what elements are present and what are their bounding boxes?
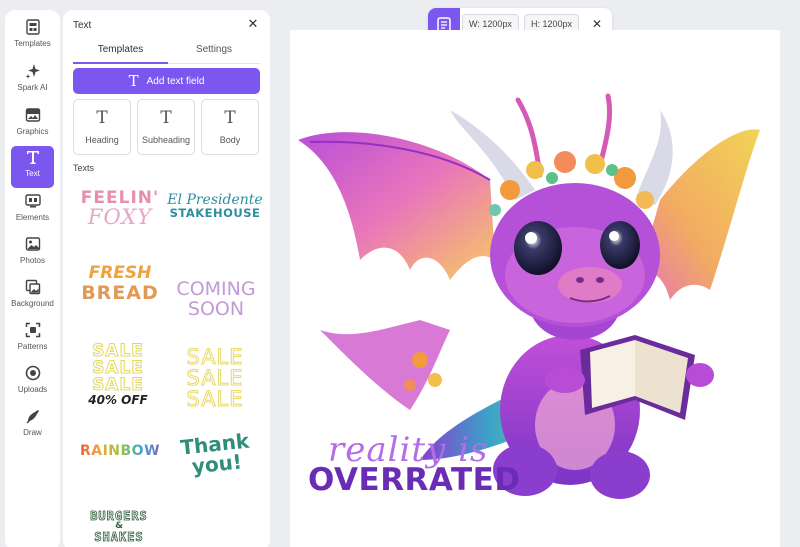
style-body-card[interactable]: T Body bbox=[201, 99, 259, 155]
rail-label: Elements bbox=[15, 213, 50, 222]
template-text: SOON bbox=[187, 298, 245, 320]
close-icon[interactable]: ✕ bbox=[246, 17, 260, 31]
template-sale-outline[interactable]: SALE SALE SALE bbox=[169, 345, 261, 411]
rail-label: Patterns bbox=[17, 342, 48, 351]
template-text: COMING bbox=[176, 278, 256, 300]
rail-photos[interactable]: Photos bbox=[11, 233, 54, 273]
style-subheading-card[interactable]: T Subheading bbox=[137, 99, 195, 155]
template-text: SHAKES bbox=[94, 530, 144, 544]
slogan-line-2[interactable]: OVERRATED bbox=[308, 462, 521, 498]
draw-icon bbox=[26, 410, 39, 424]
heading-t-icon: T bbox=[96, 108, 108, 128]
rail-label: Text bbox=[25, 169, 40, 178]
template-feelin-foxy[interactable]: FEELIN' FOXY bbox=[75, 188, 165, 236]
panel-tabs: Templates Settings bbox=[73, 42, 260, 64]
left-rail: Templates Spark AI Graphics Text Element… bbox=[5, 10, 60, 547]
texts-section-label: Texts bbox=[73, 163, 95, 173]
text-icon bbox=[26, 151, 39, 164]
rail-text[interactable]: Text bbox=[11, 146, 54, 188]
rail-templates[interactable]: Templates bbox=[11, 16, 54, 56]
rail-draw[interactable]: Draw bbox=[11, 405, 54, 445]
rail-elements[interactable]: Elements bbox=[11, 190, 54, 230]
template-text: SALE bbox=[186, 345, 244, 369]
template-text: El Presidente bbox=[167, 192, 263, 208]
template-coming-soon[interactable]: COMING SOON bbox=[169, 280, 263, 320]
text-panel: Text ✕ Templates Settings T Add text fie… bbox=[63, 10, 270, 547]
add-text-field-button[interactable]: T Add text field bbox=[73, 68, 260, 94]
sparkle-icon bbox=[25, 64, 40, 79]
background-icon bbox=[25, 279, 40, 295]
close-icon[interactable]: ✕ bbox=[590, 17, 604, 31]
photos-icon bbox=[25, 237, 40, 251]
tab-templates[interactable]: Templates bbox=[73, 42, 168, 64]
subheading-t-icon: T bbox=[160, 108, 172, 128]
rail-label: Draw bbox=[23, 428, 42, 437]
template-rainbow[interactable]: RAINBOW bbox=[75, 444, 165, 464]
rail-label: Spark AI bbox=[17, 83, 48, 92]
style-label: Body bbox=[219, 135, 241, 145]
elements-icon bbox=[24, 194, 41, 208]
body-t-icon: T bbox=[224, 108, 236, 128]
rail-patterns[interactable]: Patterns bbox=[11, 319, 54, 359]
template-text: FOXY bbox=[87, 205, 153, 229]
template-text: RAINBOW bbox=[75, 444, 165, 458]
panel-title: Text bbox=[73, 20, 92, 31]
add-text-field-label: Add text field bbox=[146, 75, 205, 87]
template-text: SALE bbox=[186, 366, 244, 390]
rail-label: Templates bbox=[14, 39, 51, 48]
rail-label: Graphics bbox=[16, 127, 49, 136]
template-thank-you[interactable]: Thank you! bbox=[169, 429, 263, 482]
style-label: Heading bbox=[85, 135, 119, 145]
template-text: SALE bbox=[92, 375, 144, 395]
rail-label: Uploads bbox=[17, 385, 48, 394]
rail-label: Photos bbox=[20, 256, 45, 265]
template-el-presidente[interactable]: El Presidente STAKEHOUSE bbox=[167, 193, 263, 233]
template-sale-40-off[interactable]: SALE SALE SALE 40% OFF bbox=[75, 342, 161, 409]
templates-icon bbox=[25, 19, 40, 35]
rail-graphics[interactable]: Graphics bbox=[11, 104, 54, 144]
patterns-icon bbox=[25, 322, 40, 338]
rail-spark-ai[interactable]: Spark AI bbox=[11, 60, 54, 100]
uploads-icon bbox=[25, 365, 40, 381]
design-canvas[interactable]: reality is OVERRATED bbox=[290, 30, 780, 547]
graphics-icon bbox=[25, 108, 40, 122]
template-text: 40% OFF bbox=[88, 393, 148, 407]
tab-settings[interactable]: Settings bbox=[168, 42, 260, 64]
template-text: BREAD bbox=[81, 282, 159, 304]
text-t-icon: T bbox=[128, 71, 139, 90]
style-heading-card[interactable]: T Heading bbox=[73, 99, 131, 155]
rail-label: Background bbox=[11, 299, 54, 308]
template-burgers-shakes[interactable]: BURGERS & SHAKES bbox=[75, 510, 163, 547]
template-text: FRESH bbox=[88, 263, 152, 283]
style-label: Subheading bbox=[141, 135, 191, 145]
rail-background[interactable]: Background bbox=[11, 276, 54, 316]
rail-uploads[interactable]: Uploads bbox=[11, 362, 54, 402]
template-text: SALE bbox=[186, 387, 244, 411]
template-text: STAKEHOUSE bbox=[169, 206, 261, 220]
template-fresh-bread[interactable]: FRESH BREAD bbox=[77, 265, 163, 315]
